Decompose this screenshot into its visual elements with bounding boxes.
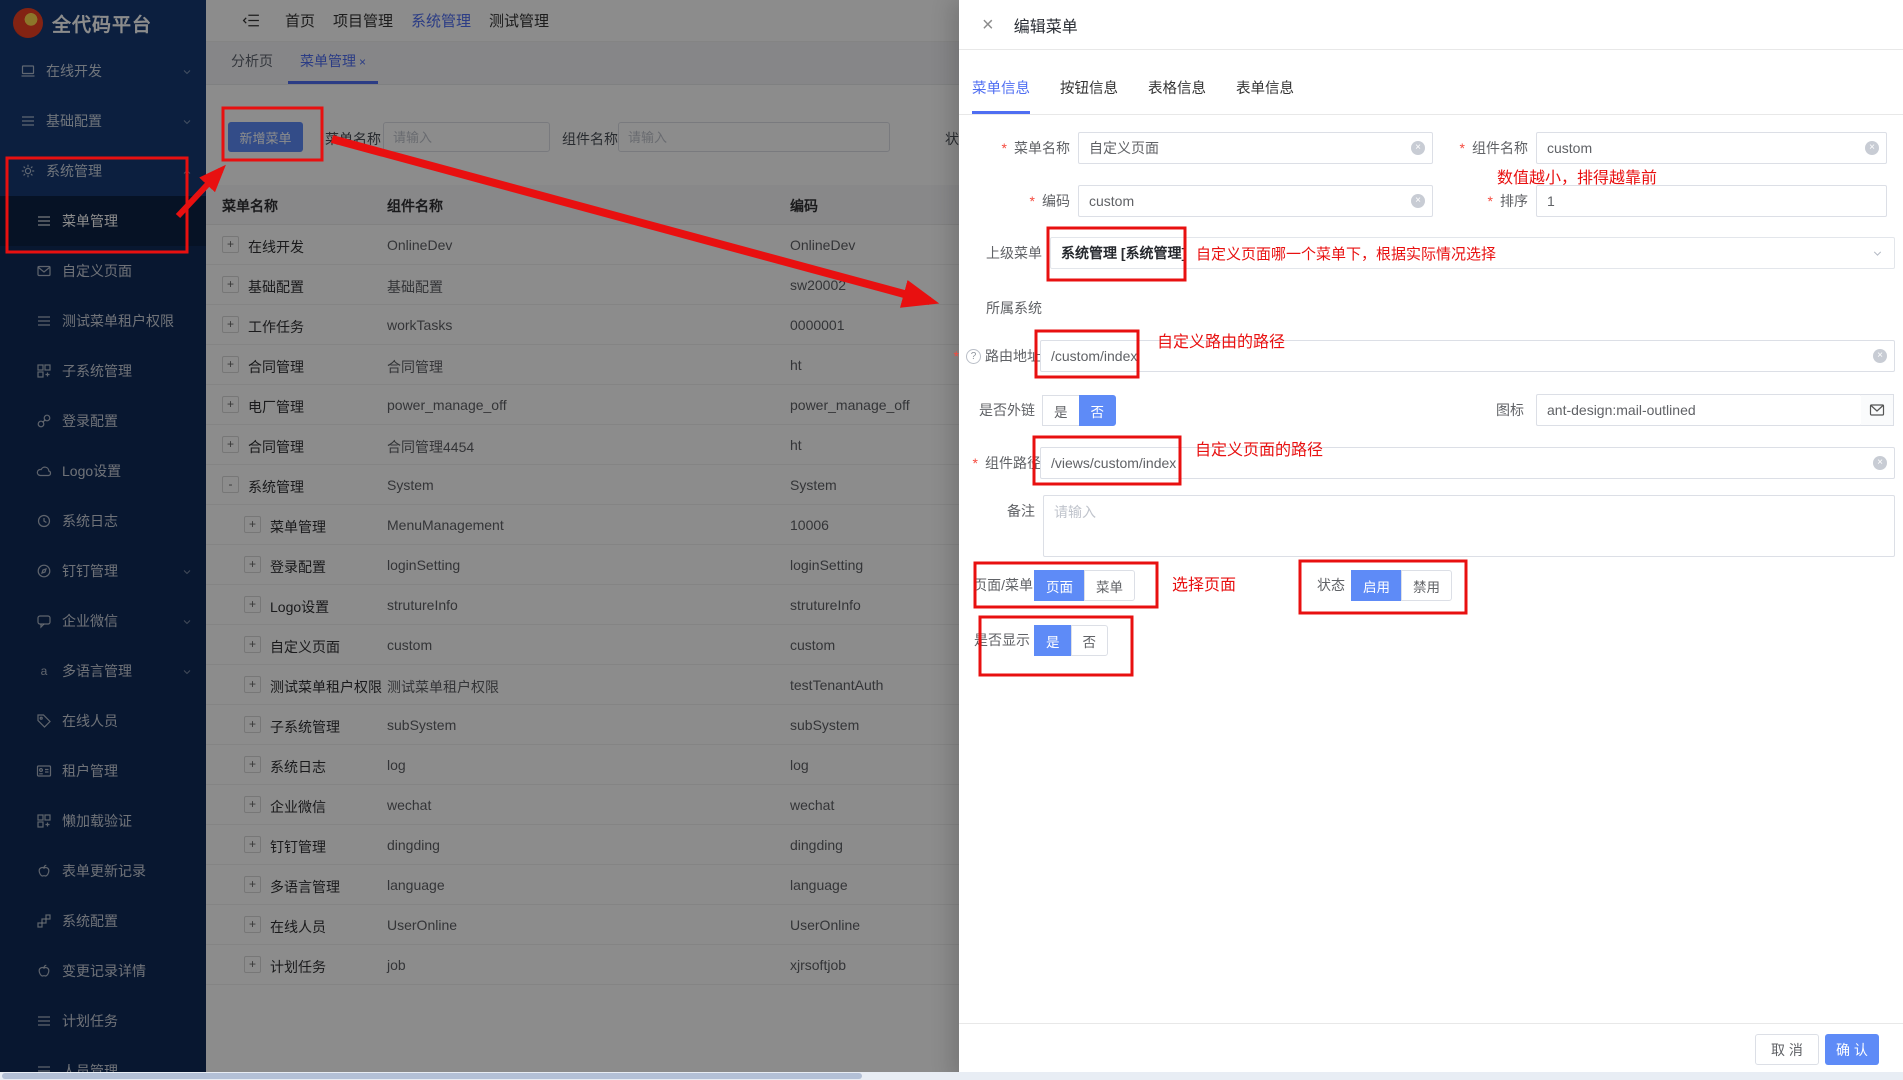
parent-menu-value: 系统管理 [系统管理] — [1061, 243, 1186, 263]
external-link-label: 是否外链 — [959, 395, 1035, 425]
toggle-option[interactable]: 否 — [1071, 625, 1109, 656]
mail-icon — [1869, 402, 1885, 418]
page-menu-toggle: 页面菜单 — [1035, 570, 1135, 601]
route-input[interactable] — [1040, 340, 1895, 372]
drawer-tabs: 菜单信息按钮信息表格信息表单信息 — [959, 50, 1903, 115]
route-field: × — [1040, 340, 1895, 372]
remark-field — [1043, 495, 1895, 557]
icon-input[interactable] — [1536, 394, 1862, 426]
visible-toggle: 是否 — [1035, 625, 1108, 656]
component-path-label: 组件路径 — [959, 448, 1041, 478]
drawer-tab[interactable]: 按钮信息 — [1060, 77, 1118, 114]
toggle-option[interactable]: 否 — [1079, 395, 1117, 426]
parent-menu-label: 上级菜单 — [959, 238, 1042, 268]
sort-input[interactable] — [1536, 185, 1887, 217]
close-icon[interactable]: × — [982, 15, 994, 35]
confirm-button[interactable]: 确 认 — [1825, 1034, 1879, 1065]
clear-icon[interactable]: × — [1411, 194, 1425, 208]
drawer-mask[interactable] — [0, 0, 959, 1080]
toggle-option[interactable]: 菜单 — [1084, 570, 1135, 601]
visible-label: 是否显示 — [959, 625, 1030, 655]
component-path-input[interactable] — [1040, 447, 1895, 479]
horizontal-scrollbar[interactable] — [0, 1072, 1903, 1080]
toggle-option[interactable]: 禁用 — [1401, 570, 1452, 601]
question-circle-icon: ? — [966, 349, 981, 364]
clear-icon[interactable]: × — [1873, 456, 1887, 470]
route-label: ? 路由地址 — [959, 341, 1041, 371]
drawer-tab[interactable]: 表单信息 — [1236, 77, 1294, 114]
drawer-tab[interactable]: 表格信息 — [1148, 77, 1206, 114]
component-name-label: 组件名称 — [1438, 133, 1528, 163]
menu-name-label: 菜单名称 — [959, 133, 1070, 163]
drawer-tab[interactable]: 菜单信息 — [972, 77, 1030, 114]
drawer-header: × 编辑菜单 — [959, 0, 1903, 50]
icon-field — [1536, 394, 1862, 426]
code-label: 编码 — [959, 186, 1070, 216]
external-link-toggle: 是否 — [1043, 395, 1116, 426]
toggle-option[interactable]: 是 — [1034, 625, 1072, 656]
remark-textarea[interactable] — [1043, 495, 1895, 557]
chevron-down-icon — [1871, 247, 1884, 260]
clear-icon[interactable]: × — [1873, 349, 1887, 363]
status-label: 状态 — [1245, 570, 1345, 600]
code-input[interactable] — [1078, 185, 1433, 217]
clear-icon[interactable]: × — [1411, 141, 1425, 155]
component-path-field: × — [1040, 447, 1895, 479]
sort-label: 排序 — [1438, 186, 1528, 216]
system-label: 所属系统 — [959, 293, 1042, 323]
icon-field-label: 图标 — [1434, 395, 1524, 425]
menu-name-input[interactable] — [1078, 132, 1433, 164]
drawer-title: 编辑菜单 — [1014, 13, 1078, 37]
toggle-option[interactable]: 启用 — [1351, 570, 1402, 601]
clear-icon[interactable]: × — [1865, 141, 1879, 155]
component-name-input[interactable] — [1536, 132, 1887, 164]
parent-menu-select[interactable]: 系统管理 [系统管理] — [1050, 237, 1895, 269]
sort-field — [1536, 185, 1887, 217]
scrollbar-thumb[interactable] — [2, 1073, 862, 1079]
code-field: × — [1078, 185, 1433, 217]
icon-picker-button[interactable] — [1861, 394, 1894, 426]
toggle-option[interactable]: 是 — [1042, 395, 1080, 426]
status-toggle: 启用禁用 — [1352, 570, 1452, 601]
toggle-option[interactable]: 页面 — [1034, 570, 1085, 601]
page-menu-label: 页面/菜单 — [959, 570, 1033, 600]
edit-menu-drawer: × 编辑菜单 菜单信息按钮信息表格信息表单信息 菜单名称 × 组件名称 × 编码… — [959, 0, 1903, 1080]
cancel-button[interactable]: 取 消 — [1755, 1034, 1819, 1065]
menu-name-field: × — [1078, 132, 1433, 164]
remark-label: 备注 — [959, 496, 1035, 526]
component-name-field: × — [1536, 132, 1887, 164]
